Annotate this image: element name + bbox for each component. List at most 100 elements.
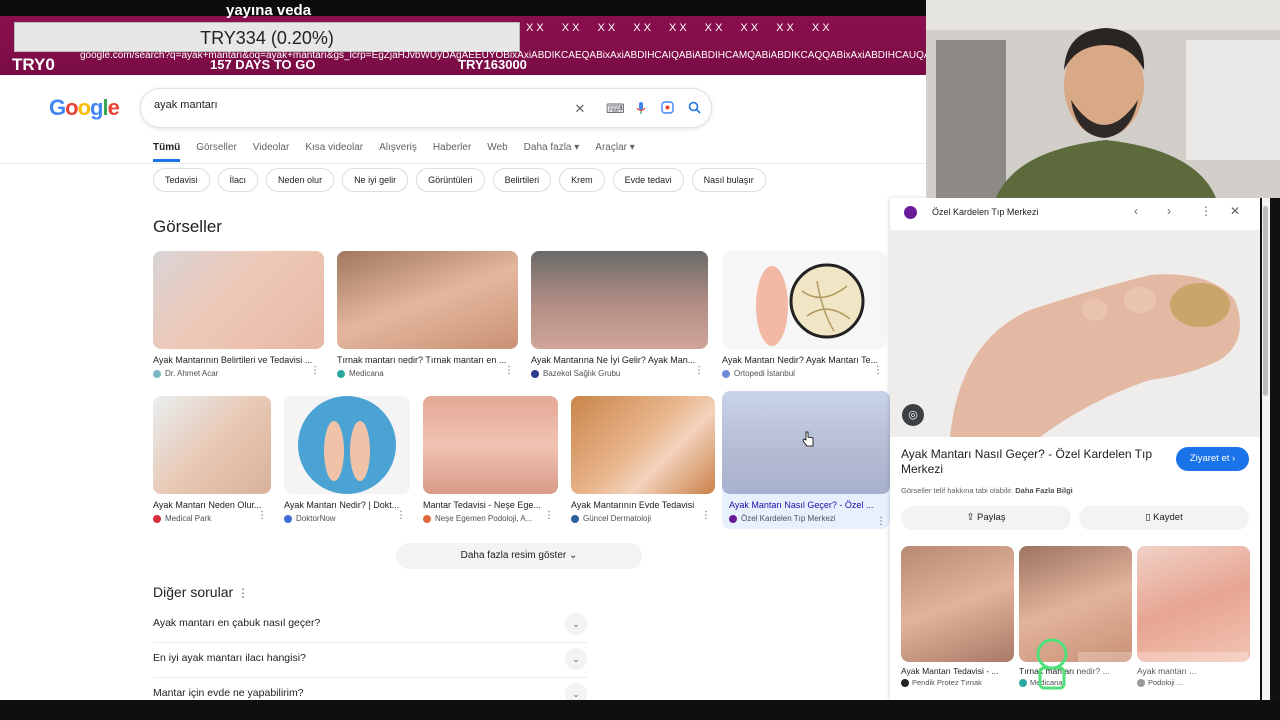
- keyboard-icon[interactable]: ⌨: [606, 101, 625, 117]
- image-caption[interactable]: Ayak Mantarının Evde Tedavisi: [571, 500, 715, 510]
- panel-site-name[interactable]: Özel Kardelen Tıp Merkezi: [932, 207, 1038, 217]
- image-thumbnail[interactable]: [571, 396, 715, 494]
- tab-tools[interactable]: Araçlar ▾: [595, 142, 634, 162]
- more-options-icon[interactable]: ⋮: [694, 365, 704, 376]
- more-options-icon[interactable]: ⋮: [1200, 204, 1212, 218]
- tab-web[interactable]: Web: [487, 142, 507, 162]
- chevron-right-icon[interactable]: ›: [1167, 204, 1171, 218]
- lens-search-icon[interactable]: ◎: [902, 404, 924, 426]
- more-images-button[interactable]: Daha fazla resim göster ⌄: [396, 543, 642, 569]
- chevron-down-icon[interactable]: ⌄: [565, 613, 587, 635]
- browser-tab[interactable]: X X​: [665, 20, 691, 40]
- more-options-icon[interactable]: ⋮: [876, 516, 886, 527]
- image-result[interactable]: Ayak Mantarının Belirtileri ve Tedavisi …: [153, 251, 324, 378]
- hand-cursor-icon: [802, 431, 814, 447]
- chip[interactable]: Nasıl bulaşır: [691, 168, 766, 192]
- image-result[interactable]: Mantar Tedavisi - Neşe Ege... Neşe Egeme…: [423, 396, 558, 523]
- streamer-video-icon: [926, 0, 1280, 198]
- search-icon[interactable]: [686, 101, 702, 117]
- scrollbar-thumb[interactable]: [1263, 206, 1268, 396]
- panel-main-image[interactable]: ◎: [890, 230, 1260, 437]
- chip[interactable]: Belirtileri: [492, 168, 552, 192]
- more-options-icon[interactable]: ⋮: [310, 365, 320, 376]
- image-caption[interactable]: Ayak Mantarı Neden Olur...: [153, 500, 271, 510]
- image-result[interactable]: Ayak Mantarı Nedir? | Dokt... DoktorNow …: [284, 396, 410, 523]
- google-logo[interactable]: Google: [49, 95, 120, 121]
- chevron-left-icon[interactable]: ‹: [1134, 204, 1138, 218]
- more-options-icon[interactable]: ⋮: [873, 365, 883, 376]
- tab-images[interactable]: Görseller: [196, 142, 237, 162]
- save-button[interactable]: ▯ Kaydet: [1079, 506, 1249, 530]
- panel-scrollbar[interactable]: [1262, 198, 1270, 700]
- image-caption[interactable]: Ayak Mantarının Belirtileri ve Tedavisi …: [153, 355, 324, 365]
- image-result[interactable]: Ayak Mantarına Ne İyi Gelir? Ayak Man...…: [531, 251, 708, 378]
- chevron-down-icon[interactable]: ⌄: [565, 648, 587, 670]
- question-row[interactable]: Ayak mantarı en çabuk nasıl geçer? ⌄: [153, 608, 587, 643]
- chip[interactable]: Neden olur: [266, 168, 335, 192]
- image-thumbnail[interactable]: [284, 396, 410, 494]
- more-options-icon[interactable]: ⋮: [544, 510, 554, 521]
- more-info-link[interactable]: Daha Fazla Bilgi: [1015, 486, 1073, 495]
- more-options-icon[interactable]: ⋮: [504, 365, 514, 376]
- tab-strip: X X​ X X​ X X​ X X​ X X​ X X​ X X​ X X​ …: [522, 20, 834, 40]
- chip[interactable]: Görüntüleri: [416, 168, 485, 192]
- tab-all[interactable]: Tümü: [153, 142, 181, 162]
- more-options-icon[interactable]: ⋮: [701, 510, 711, 521]
- image-result[interactable]: Tırnak mantarı nedir? Tırnak mantarı en …: [337, 251, 518, 378]
- image-thumbnail[interactable]: [423, 396, 558, 494]
- image-caption[interactable]: Ayak Mantarı Nedir? | Dokt...: [284, 500, 410, 510]
- tab-short-videos[interactable]: Kısa videolar: [305, 142, 363, 162]
- lens-icon[interactable]: [659, 101, 675, 117]
- tab-more[interactable]: Daha fazla ▾: [524, 142, 580, 162]
- visit-button[interactable]: Ziyaret et ›: [1176, 447, 1249, 471]
- source-favicon-icon: [571, 514, 579, 523]
- image-result[interactable]: Ayak Mantarı Nedir? Ayak Mantarı Te... O…: [722, 251, 887, 378]
- more-options-icon[interactable]: ⋮: [237, 586, 249, 600]
- image-result-selected[interactable]: Ayak Mantarı Nasıl Geçer? - Özel ... Öze…: [722, 391, 890, 529]
- question-row[interactable]: En iyi ayak mantarı ilacı hangisi? ⌄: [153, 643, 587, 678]
- close-icon[interactable]: ✕: [1230, 204, 1240, 218]
- panel-image-title[interactable]: Ayak Mantarı Nasıl Geçer? - Özel Kardele…: [901, 447, 1171, 477]
- more-options-icon[interactable]: ⋮: [396, 510, 406, 521]
- related-image[interactable]: Ayak Mantarı Tedavisi - ... Pendik Prote…: [901, 546, 1014, 687]
- image-thumbnail[interactable]: [153, 396, 271, 494]
- tab-videos[interactable]: Videolar: [253, 142, 290, 162]
- browser-tab[interactable]: X X​: [701, 20, 727, 40]
- image-caption[interactable]: Ayak Mantarına Ne İyi Gelir? Ayak Man...: [531, 355, 708, 365]
- chip[interactable]: Tedavisi: [153, 168, 210, 192]
- chip[interactable]: Krem: [559, 168, 605, 192]
- image-thumbnail[interactable]: [722, 391, 890, 494]
- clear-icon[interactable]: ✕: [572, 101, 588, 117]
- related-thumbnail[interactable]: [901, 546, 1014, 662]
- image-result[interactable]: Ayak Mantarı Neden Olur... Medical Park …: [153, 396, 271, 523]
- image-thumbnail[interactable]: [153, 251, 324, 349]
- image-caption[interactable]: Ayak Mantarı Nedir? Ayak Mantarı Te...: [722, 355, 887, 365]
- browser-tab[interactable]: X X​: [558, 20, 584, 40]
- chip[interactable]: Ne iyi gelir: [342, 168, 409, 192]
- image-caption[interactable]: Ayak Mantarı Nasıl Geçer? - Özel ...: [722, 500, 890, 510]
- image-thumbnail[interactable]: [531, 251, 708, 349]
- browser-tab[interactable]: X X​: [772, 20, 798, 40]
- image-preview-panel: Özel Kardelen Tıp Merkezi ‹ › ⋮ ✕ ◎ Ayak…: [890, 198, 1260, 700]
- browser-tab[interactable]: X X​: [593, 20, 619, 40]
- image-thumbnail[interactable]: [337, 251, 518, 349]
- share-button[interactable]: ⇪ Paylaş: [901, 506, 1071, 530]
- browser-tab[interactable]: X X​: [629, 20, 655, 40]
- microphone-icon[interactable]: [633, 101, 649, 117]
- browser-tab[interactable]: X X​: [736, 20, 762, 40]
- image-caption[interactable]: Mantar Tedavisi - Neşe Ege...: [423, 500, 558, 510]
- chip[interactable]: Evde tedavi: [612, 168, 684, 192]
- image-result[interactable]: Ayak Mantarının Evde Tedavisi Güncel Der…: [571, 396, 715, 523]
- more-options-icon[interactable]: ⋮: [257, 510, 267, 521]
- browser-tab[interactable]: X X​: [522, 20, 548, 40]
- tab-shopping[interactable]: Alışveriş: [379, 142, 417, 162]
- chevron-down-icon[interactable]: ⌄: [565, 683, 587, 700]
- browser-tab[interactable]: X X​: [808, 20, 834, 40]
- image-caption[interactable]: Tırnak mantarı nedir? Tırnak mantarı en …: [337, 355, 518, 365]
- image-thumbnail[interactable]: [722, 251, 887, 349]
- tab-news[interactable]: Haberler: [433, 142, 471, 162]
- question-row[interactable]: Mantar için evde ne yapabilirim? ⌄: [153, 678, 587, 700]
- chip[interactable]: İlacı: [217, 168, 259, 192]
- search-input[interactable]: [154, 99, 554, 111]
- related-caption[interactable]: Ayak Mantarı Tedavisi - ...: [901, 666, 1014, 676]
